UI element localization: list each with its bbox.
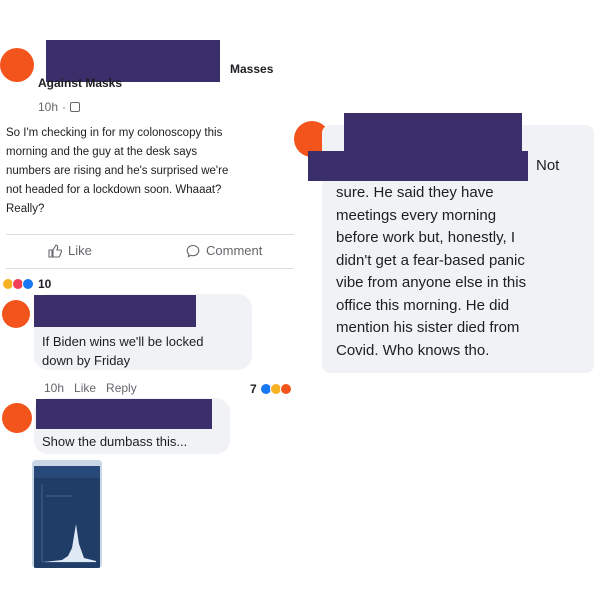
comment-1-reactions[interactable]: 7 bbox=[250, 382, 292, 396]
comment-1-text: If Biden wins we'll be locked down by Fr… bbox=[42, 334, 204, 368]
post-comment-label: Comment bbox=[206, 243, 263, 258]
comment-1-actions: 10h Like Reply bbox=[44, 381, 137, 395]
reply-author-redacted-line2 bbox=[308, 151, 528, 181]
reply-author-redacted-line1 bbox=[344, 113, 522, 151]
thumbs-up-icon bbox=[48, 243, 62, 258]
comment-1-reaction-count: 7 bbox=[250, 382, 257, 396]
post-like-button[interactable]: Like bbox=[48, 243, 92, 258]
post-comment-button[interactable]: Comment bbox=[186, 243, 262, 258]
comment-2-author-redacted bbox=[36, 399, 212, 429]
post-divider-top bbox=[6, 234, 294, 235]
audience-icon bbox=[70, 102, 81, 112]
comment-2-attached-image[interactable] bbox=[32, 460, 102, 568]
post-author-avatar[interactable] bbox=[0, 48, 34, 82]
speech-bubble-icon bbox=[186, 244, 200, 258]
comment-1-author-redacted bbox=[34, 295, 196, 327]
post-reactions[interactable]: 10 bbox=[2, 277, 51, 291]
comment-1-like-button[interactable]: Like bbox=[74, 381, 96, 395]
post-reaction-count: 10 bbox=[38, 277, 52, 291]
group-name-link[interactable]: Masses Against Masks bbox=[38, 62, 288, 90]
reply-first-word: Not bbox=[536, 157, 560, 174]
comment-2-avatar[interactable] bbox=[2, 403, 32, 433]
comment-1-time[interactable]: 10h bbox=[44, 381, 64, 395]
comment-2-text: Show the dumbass this... bbox=[42, 434, 188, 449]
reply-body: sure. He said they have meetings every m… bbox=[336, 184, 527, 359]
post-meta: 10h · bbox=[38, 100, 81, 114]
love-reaction-icon bbox=[279, 383, 292, 395]
post-divider-bottom bbox=[6, 268, 294, 269]
post-body: So I'm checking in for my colonoscopy th… bbox=[6, 127, 229, 215]
meta-separator: · bbox=[62, 100, 67, 114]
like-reaction-icon bbox=[22, 278, 34, 290]
comment-1-reply-button[interactable]: Reply bbox=[106, 381, 137, 395]
post-like-label: Like bbox=[68, 243, 92, 258]
post-time[interactable]: 10h bbox=[38, 100, 58, 114]
comment-1-avatar[interactable] bbox=[2, 300, 30, 328]
